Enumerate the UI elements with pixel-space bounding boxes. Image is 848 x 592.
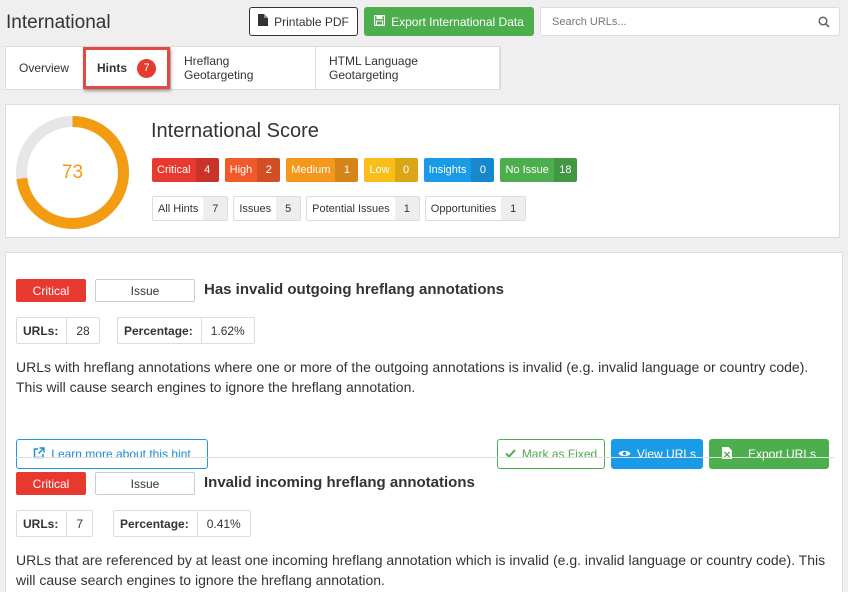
severity-medium-filter[interactable]: Medium 1	[286, 158, 359, 182]
severity-count: 0	[394, 158, 418, 182]
printable-pdf-label: Printable PDF	[274, 14, 349, 29]
severity-count: 4	[195, 158, 219, 182]
learn-more-label: Learn more about this hint	[51, 447, 191, 461]
severity-label: Insights	[428, 164, 467, 176]
eye-icon	[618, 447, 631, 461]
hint-item: Critical Issue Has invalid outgoing href…	[16, 279, 834, 479]
urls-stat-label: URLs:	[17, 318, 68, 343]
view-urls-label: View URLs	[636, 447, 697, 461]
hint-type-filter-row: All Hints 7 Issues 5 Potential Issues 1 …	[152, 196, 527, 221]
severity-badge: Critical	[16, 472, 86, 495]
percentage-stat-label: Percentage:	[118, 318, 202, 343]
severity-label: Medium	[291, 164, 331, 176]
score-card: 73 International Score Critical 4 High 2…	[5, 104, 840, 238]
severity-count: 1	[335, 158, 359, 182]
type-label: Potential Issues	[312, 202, 390, 215]
score-value: 73	[61, 161, 84, 183]
tab-html-language-geotargeting[interactable]: HTML Language Geotargeting	[316, 47, 500, 89]
mark-as-fixed-button[interactable]: Mark as Fixed	[497, 439, 605, 469]
type-opportunities-filter[interactable]: Opportunities 1	[424, 196, 527, 221]
severity-count: 18	[553, 158, 577, 182]
tab-html-language-geotargeting-label: HTML Language Geotargeting	[329, 54, 418, 82]
severity-label: No Issue	[505, 164, 549, 176]
external-link-icon	[33, 446, 45, 462]
urls-stat: URLs: 7	[16, 510, 94, 537]
tab-overview[interactable]: Overview	[6, 47, 84, 89]
search-icon[interactable]	[818, 15, 830, 33]
hint-divider	[16, 457, 834, 458]
severity-no-issue-filter[interactable]: No Issue 18	[500, 158, 577, 182]
mark-as-fixed-label: Mark as Fixed	[521, 447, 598, 461]
urls-stat-label: URLs:	[17, 511, 68, 536]
severity-insights-filter[interactable]: Insights 0	[423, 158, 495, 182]
type-badge: Issue	[95, 472, 195, 495]
score-title: International Score	[151, 120, 319, 142]
type-count: 7	[203, 197, 228, 220]
check-icon	[505, 447, 516, 461]
urls-stat-value: 7	[76, 516, 84, 531]
hint-description: URLs with hreflang annotations where one…	[16, 359, 809, 395]
file-excel-icon	[721, 446, 732, 462]
percentage-stat: Percentage: 1.62%	[117, 317, 255, 344]
tab-hints-label: Hints	[97, 61, 127, 75]
percentage-stat-value: 0.41%	[206, 516, 241, 531]
severity-label: High	[229, 164, 253, 176]
tab-overview-label: Overview	[19, 61, 70, 75]
tab-bar: Overview Hints 7 Hreflang Geotargeting H…	[5, 46, 501, 90]
severity-filter-row: Critical 4 High 2 Medium 1 Low 0 Insight…	[152, 158, 577, 182]
search-box	[540, 7, 840, 36]
page-title: International	[6, 12, 111, 33]
type-potential-issues-filter[interactable]: Potential Issues 1	[306, 196, 420, 221]
export-international-data-button[interactable]: Export International Data	[364, 7, 534, 36]
hints-count-badge: 7	[137, 58, 156, 78]
urls-stat-value: 28	[76, 323, 90, 338]
file-pdf-icon	[258, 14, 269, 29]
percentage-stat: Percentage: 0.41%	[113, 510, 251, 537]
hint-description: URLs that are referenced by at least one…	[16, 552, 826, 588]
view-urls-button[interactable]: View URLs	[611, 439, 703, 469]
save-icon	[374, 14, 386, 29]
type-count: 1	[501, 197, 526, 220]
severity-high-filter[interactable]: High 2	[224, 158, 281, 182]
severity-count: 0	[471, 158, 495, 182]
severity-critical-filter[interactable]: Critical 4	[152, 158, 219, 182]
tab-hreflang-geotargeting[interactable]: Hreflang Geotargeting	[171, 47, 316, 89]
percentage-stat-value: 1.62%	[210, 323, 245, 338]
severity-badge: Critical	[16, 279, 86, 302]
type-label: Opportunities	[430, 202, 497, 215]
type-count: 1	[394, 197, 419, 220]
type-badge: Issue	[95, 279, 195, 302]
percentage-stat-label: Percentage:	[114, 511, 198, 536]
type-issues-filter[interactable]: Issues 5	[233, 196, 302, 221]
export-urls-label: Export URLs	[747, 447, 817, 461]
type-label: Issues	[239, 202, 272, 215]
hints-list: Critical Issue Has invalid outgoing href…	[5, 252, 843, 592]
severity-count: 2	[257, 158, 281, 182]
printable-pdf-button[interactable]: Printable PDF	[249, 7, 358, 36]
type-label: All Hints	[158, 202, 199, 215]
severity-low-filter[interactable]: Low 0	[364, 158, 418, 182]
hint-item: Critical Issue Invalid incoming hreflang…	[16, 472, 834, 592]
urls-stat: URLs: 28	[16, 317, 100, 344]
tab-hints[interactable]: Hints 7	[84, 47, 171, 89]
type-all-hints-filter[interactable]: All Hints 7	[152, 196, 229, 221]
export-international-data-label: Export International Data	[391, 14, 524, 29]
hint-title: Has invalid outgoing hreflang annotation…	[204, 281, 505, 298]
severity-label: Low	[369, 164, 390, 176]
tab-hreflang-geotargeting-label: Hreflang Geotargeting	[184, 54, 254, 82]
learn-more-button[interactable]: Learn more about this hint	[16, 439, 208, 469]
severity-label: Critical	[157, 164, 191, 176]
export-urls-button[interactable]: Export URLs	[709, 439, 829, 469]
search-input[interactable]	[541, 8, 801, 35]
type-count: 5	[276, 197, 301, 220]
hint-title: Invalid incoming hreflang annotations	[204, 474, 475, 491]
